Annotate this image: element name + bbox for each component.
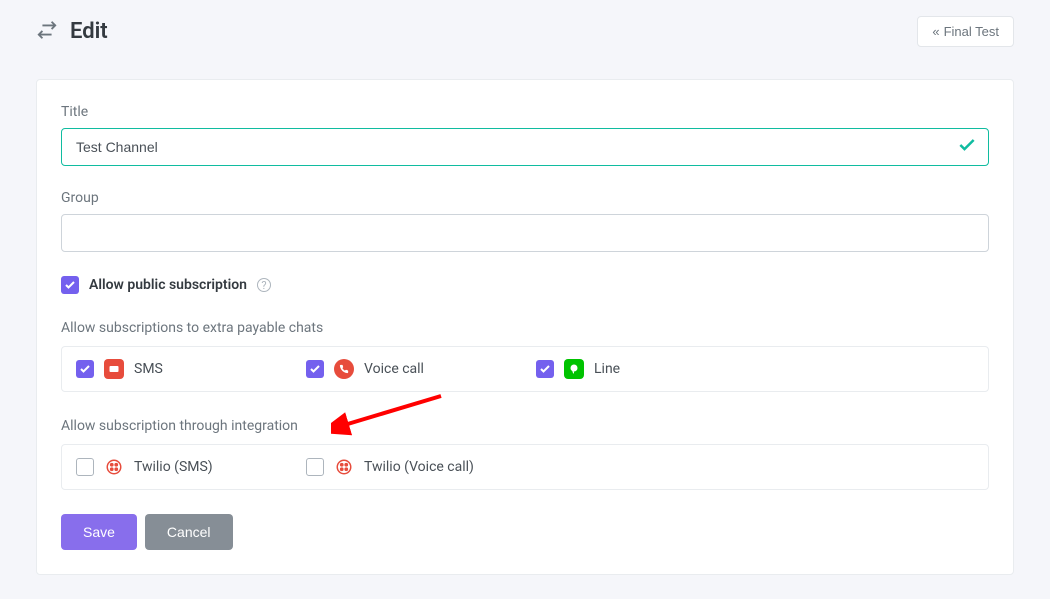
chat-option-voice[interactable]: Voice call bbox=[306, 359, 536, 379]
allow-public-checkbox-row[interactable]: Allow public subscription ? bbox=[61, 276, 989, 294]
extra-chats-label: Allow subscriptions to extra payable cha… bbox=[61, 320, 989, 336]
twilio-voice-label: Twilio (Voice call) bbox=[364, 459, 474, 475]
voice-label: Voice call bbox=[364, 361, 424, 377]
cancel-button[interactable]: Cancel bbox=[145, 514, 233, 550]
voice-icon bbox=[334, 359, 354, 379]
twilio-icon bbox=[104, 457, 124, 477]
extra-chats-options: SMS Voice call Line bbox=[61, 346, 989, 392]
chat-option-sms[interactable]: SMS bbox=[76, 359, 306, 379]
checkmark-icon bbox=[957, 135, 977, 159]
integration-options: Twilio (SMS) Twilio (Voice call) bbox=[61, 444, 989, 490]
help-icon[interactable]: ? bbox=[257, 278, 271, 292]
annotation-arrow bbox=[331, 388, 451, 438]
page-header: Edit « Final Test bbox=[0, 0, 1050, 55]
title-input[interactable] bbox=[61, 128, 989, 166]
breadcrumb-label: Final Test bbox=[944, 24, 999, 39]
page-title: Edit bbox=[70, 19, 108, 44]
chat-option-line[interactable]: Line bbox=[536, 359, 766, 379]
twilio-icon bbox=[334, 457, 354, 477]
sms-label: SMS bbox=[134, 361, 163, 377]
chevron-left-double-icon: « bbox=[932, 24, 939, 39]
group-input[interactable] bbox=[61, 214, 989, 252]
integration-label: Allow subscription through integration bbox=[61, 418, 989, 434]
twilio-sms-checkbox[interactable] bbox=[76, 458, 94, 476]
title-label: Title bbox=[61, 104, 989, 120]
integration-option-twilio-sms[interactable]: Twilio (SMS) bbox=[76, 457, 306, 477]
integration-option-twilio-voice[interactable]: Twilio (Voice call) bbox=[306, 457, 536, 477]
twilio-sms-label: Twilio (SMS) bbox=[134, 459, 213, 475]
edit-card: Title Group Allow public subscription ? … bbox=[36, 79, 1014, 575]
sms-checkbox[interactable] bbox=[76, 360, 94, 378]
line-icon bbox=[564, 359, 584, 379]
save-button[interactable]: Save bbox=[61, 514, 137, 550]
group-label: Group bbox=[61, 190, 989, 206]
swap-icon bbox=[36, 19, 58, 45]
allow-public-label: Allow public subscription bbox=[89, 277, 247, 293]
allow-public-checkbox[interactable] bbox=[61, 276, 79, 294]
breadcrumb-button[interactable]: « Final Test bbox=[917, 16, 1014, 47]
line-label: Line bbox=[594, 361, 620, 377]
twilio-voice-checkbox[interactable] bbox=[306, 458, 324, 476]
line-checkbox[interactable] bbox=[536, 360, 554, 378]
sms-icon bbox=[104, 359, 124, 379]
voice-checkbox[interactable] bbox=[306, 360, 324, 378]
